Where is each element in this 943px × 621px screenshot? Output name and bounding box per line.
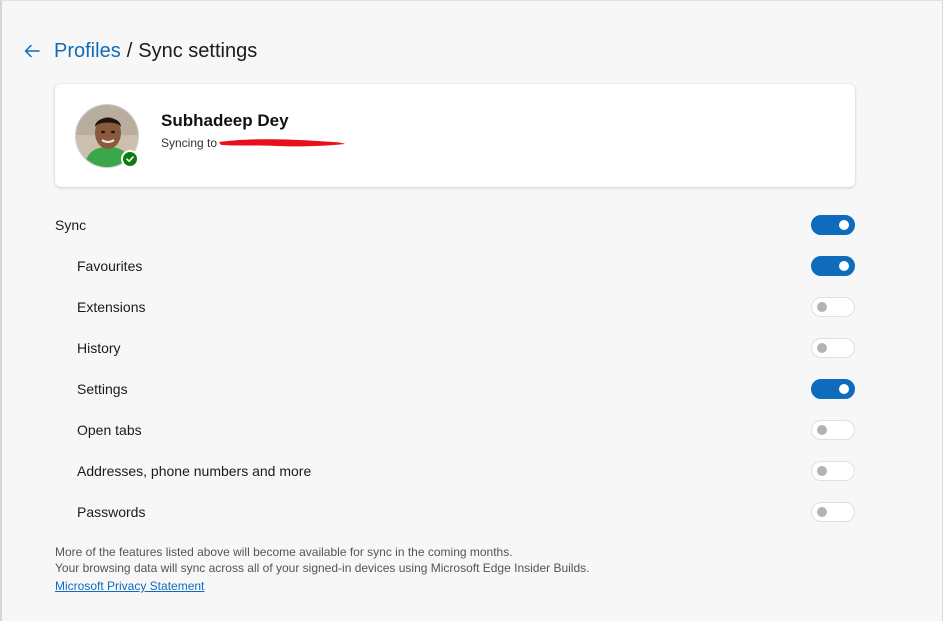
sync-row-history: History xyxy=(55,327,855,368)
toggle-sync[interactable] xyxy=(811,214,855,235)
footer-notes: More of the features listed above will b… xyxy=(55,544,589,595)
toggle-addresses-phone-numbers-and-more[interactable] xyxy=(811,460,855,481)
breadcrumb: Profiles / Sync settings xyxy=(54,37,257,65)
toggle-open-tabs[interactable] xyxy=(811,419,855,440)
sync-row-label: Favourites xyxy=(77,257,143,274)
toggle-knob xyxy=(817,465,827,476)
sync-status-badge xyxy=(121,150,139,168)
profile-name: Subhadeep Dey xyxy=(161,111,289,130)
sync-row-sync: Sync xyxy=(55,204,855,245)
toggle-passwords[interactable] xyxy=(811,501,855,522)
toggle-history[interactable] xyxy=(811,337,855,358)
sync-row-label: Extensions xyxy=(77,298,146,315)
profile-card: Subhadeep Dey Syncing to xyxy=(55,84,855,187)
toggle-knob xyxy=(817,301,827,312)
sync-row-extensions: Extensions xyxy=(55,286,855,327)
sync-row-label: Passwords xyxy=(77,503,146,520)
check-icon xyxy=(126,156,134,162)
footer-note-devices: Your browsing data will sync across all … xyxy=(55,561,590,575)
back-arrow-icon xyxy=(24,44,40,58)
toggle-knob xyxy=(817,424,827,435)
sync-row-label: Settings xyxy=(77,380,128,397)
sync-row-addresses-phone-numbers-and-more: Addresses, phone numbers and more xyxy=(55,450,855,491)
toggle-knob xyxy=(839,383,849,394)
sync-row-label: Addresses, phone numbers and more xyxy=(77,462,312,479)
sync-row-settings: Settings xyxy=(55,368,855,409)
page-header: Profiles / Sync settings xyxy=(20,37,257,65)
footer-note-availability: More of the features listed above will b… xyxy=(55,545,513,559)
sync-row-label: Sync xyxy=(55,216,87,233)
toggle-knob xyxy=(839,260,849,271)
toggle-knob xyxy=(817,506,827,517)
sync-row-passwords: Passwords xyxy=(55,491,855,532)
sync-row-favourites: Favourites xyxy=(55,245,855,286)
toggle-settings[interactable] xyxy=(811,378,855,399)
page-title: Sync settings xyxy=(138,40,258,62)
sync-options-list: Sync Favourites Extensions History Settings O… xyxy=(55,204,855,532)
toggle-knob xyxy=(817,342,827,353)
privacy-statement-link[interactable]: Microsoft Privacy Statement xyxy=(55,577,204,595)
sync-row-label: Open tabs xyxy=(77,421,142,438)
sync-row-open-tabs: Open tabs xyxy=(55,409,855,450)
sync-status-text: Syncing to xyxy=(161,136,218,150)
toggle-knob xyxy=(839,219,849,230)
redaction-mark xyxy=(219,139,345,147)
settings-page: Profiles / Sync settings Subhadeep Dey S… xyxy=(0,0,943,621)
breadcrumb-profiles-link[interactable]: Profiles xyxy=(54,37,121,65)
toggle-extensions[interactable] xyxy=(811,296,855,317)
back-button[interactable] xyxy=(20,39,44,63)
toggle-favourites[interactable] xyxy=(811,255,855,276)
breadcrumb-separator: / xyxy=(126,40,133,62)
sync-row-label: History xyxy=(77,339,121,356)
